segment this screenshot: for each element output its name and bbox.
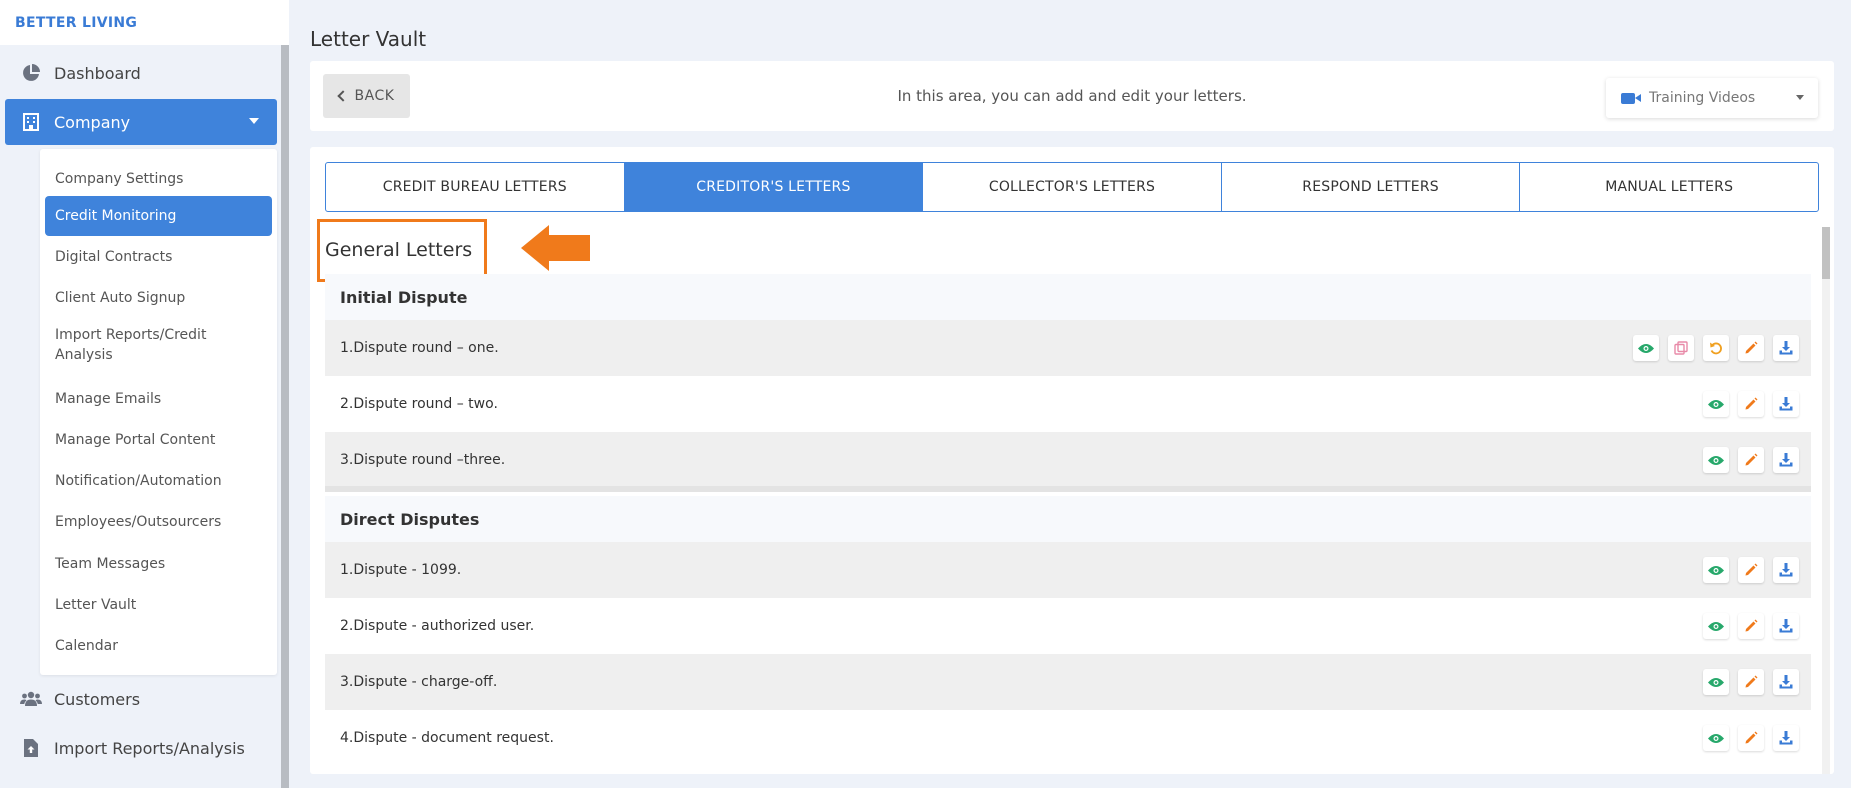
company-submenu: Company Settings Credit Monitoring Digit… bbox=[40, 149, 277, 675]
letter-row: 1.Dispute round – one. bbox=[325, 320, 1811, 376]
letter-name: 1.Dispute - 1099. bbox=[340, 562, 462, 578]
submenu-item-company-settings[interactable]: Company Settings bbox=[45, 159, 272, 199]
sidebar-item-dashboard[interactable]: Dashboard bbox=[5, 50, 277, 96]
sidebar: BETTER LIVING Dashboard Company Company … bbox=[0, 0, 289, 788]
download-icon[interactable] bbox=[1773, 725, 1799, 751]
sidebar-item-label: Import Reports/Analysis bbox=[54, 738, 245, 758]
training-videos-dropdown[interactable]: Training Videos bbox=[1606, 78, 1818, 118]
download-icon[interactable] bbox=[1773, 613, 1799, 639]
letter-name: 1.Dispute round – one. bbox=[340, 340, 499, 356]
tab-respond-letters[interactable]: RESPOND LETTERS bbox=[1222, 163, 1521, 211]
tab-collectors-letters[interactable]: COLLECTOR'S LETTERS bbox=[923, 163, 1222, 211]
group-header-direct-disputes: Direct Disputes bbox=[325, 496, 1811, 542]
sidebar-item-company[interactable]: Company bbox=[5, 99, 277, 145]
pie-chart-icon bbox=[20, 62, 42, 84]
pencil-icon[interactable] bbox=[1738, 669, 1764, 695]
submenu-item-calendar[interactable]: Calendar bbox=[45, 626, 272, 666]
users-icon bbox=[20, 688, 42, 710]
download-icon[interactable] bbox=[1773, 391, 1799, 417]
pencil-icon[interactable] bbox=[1738, 391, 1764, 417]
download-icon[interactable] bbox=[1773, 335, 1799, 361]
letter-row: 3.Dispute - charge-off. bbox=[325, 654, 1811, 710]
letter-tabs: CREDIT BUREAU LETTERS CREDITOR'S LETTERS… bbox=[325, 162, 1819, 212]
group-divider bbox=[325, 486, 1811, 492]
page-title: Letter Vault bbox=[310, 27, 427, 51]
letters-card: CREDIT BUREAU LETTERS CREDITOR'S LETTERS… bbox=[310, 147, 1834, 774]
pencil-icon[interactable] bbox=[1738, 557, 1764, 583]
eye-icon[interactable] bbox=[1703, 391, 1729, 417]
download-icon[interactable] bbox=[1773, 669, 1799, 695]
submenu-item-employees[interactable]: Employees/Outsourcers bbox=[45, 502, 272, 542]
pencil-icon[interactable] bbox=[1738, 725, 1764, 751]
sidebar-item-label: Company bbox=[54, 112, 131, 132]
letter-row: 4.Dispute - document request. bbox=[325, 710, 1811, 766]
tab-manual-letters[interactable]: MANUAL LETTERS bbox=[1520, 163, 1818, 211]
tab-credit-bureau-letters[interactable]: CREDIT BUREAU LETTERS bbox=[326, 163, 625, 211]
chevron-down-icon bbox=[1796, 95, 1804, 100]
submenu-item-client-auto-signup[interactable]: Client Auto Signup bbox=[45, 278, 272, 318]
brand-logo: BETTER LIVING bbox=[0, 0, 289, 45]
eye-icon[interactable] bbox=[1703, 557, 1729, 583]
submenu-item-notification-automation[interactable]: Notification/Automation bbox=[45, 461, 272, 501]
submenu-item-credit-monitoring[interactable]: Credit Monitoring bbox=[45, 196, 272, 236]
submenu-item-digital-contracts[interactable]: Digital Contracts bbox=[45, 237, 272, 277]
building-icon bbox=[20, 111, 42, 133]
highlight-box bbox=[317, 219, 487, 282]
submenu-item-manage-portal-content[interactable]: Manage Portal Content bbox=[45, 420, 272, 460]
download-icon[interactable] bbox=[1773, 447, 1799, 473]
tab-creditors-letters[interactable]: CREDITOR'S LETTERS bbox=[624, 163, 924, 211]
letter-name: 4.Dispute - document request. bbox=[340, 730, 554, 746]
submenu-item-team-messages[interactable]: Team Messages bbox=[45, 544, 272, 584]
sidebar-item-label: Customers bbox=[54, 689, 141, 709]
letter-name: 2.Dispute round – two. bbox=[340, 396, 498, 412]
back-button-label: BACK bbox=[354, 88, 395, 104]
video-camera-icon bbox=[1621, 92, 1641, 104]
file-upload-icon bbox=[20, 737, 42, 759]
pencil-icon[interactable] bbox=[1738, 335, 1764, 361]
group-header-initial-dispute: Initial Dispute bbox=[325, 274, 1811, 320]
toolbar-card: In this area, you can add and edit your … bbox=[310, 61, 1834, 131]
eye-icon[interactable] bbox=[1633, 335, 1659, 361]
copy-icon[interactable] bbox=[1668, 335, 1694, 361]
back-button[interactable]: BACK bbox=[323, 74, 410, 118]
letter-row: 1.Dispute - 1099. bbox=[325, 542, 1811, 598]
content-scrollbar-thumb[interactable] bbox=[1822, 227, 1830, 279]
pencil-icon[interactable] bbox=[1738, 447, 1764, 473]
download-icon[interactable] bbox=[1773, 557, 1799, 583]
eye-icon[interactable] bbox=[1703, 725, 1729, 751]
sidebar-item-import-reports[interactable]: Import Reports/Analysis bbox=[5, 725, 277, 771]
letter-name: 3.Dispute - charge-off. bbox=[340, 674, 498, 690]
submenu-item-import-reports[interactable]: Import Reports/Credit Analysis bbox=[45, 323, 235, 367]
undo-icon[interactable] bbox=[1703, 335, 1729, 361]
arrow-left-icon bbox=[521, 225, 590, 271]
eye-icon[interactable] bbox=[1703, 613, 1729, 639]
submenu-item-letter-vault[interactable]: Letter Vault bbox=[45, 585, 272, 625]
letter-row: 3.Dispute round –three. bbox=[325, 432, 1811, 488]
training-videos-label: Training Videos bbox=[1649, 90, 1756, 106]
eye-icon[interactable] bbox=[1703, 447, 1729, 473]
sidebar-item-customers[interactable]: Customers bbox=[5, 676, 277, 722]
chevron-left-icon bbox=[336, 90, 349, 102]
submenu-item-manage-emails[interactable]: Manage Emails bbox=[45, 379, 272, 419]
content-scrollbar-track[interactable] bbox=[1822, 227, 1830, 774]
pencil-icon[interactable] bbox=[1738, 613, 1764, 639]
chevron-down-icon bbox=[249, 118, 259, 124]
letter-name: 2.Dispute - authorized user. bbox=[340, 618, 535, 634]
sidebar-scrollbar[interactable] bbox=[281, 45, 289, 788]
letter-name: 3.Dispute round –three. bbox=[340, 452, 506, 468]
letter-row: 2.Dispute round – two. bbox=[325, 376, 1811, 432]
sidebar-item-label: Dashboard bbox=[54, 63, 141, 83]
eye-icon[interactable] bbox=[1703, 669, 1729, 695]
letter-row: 2.Dispute - authorized user. bbox=[325, 598, 1811, 654]
